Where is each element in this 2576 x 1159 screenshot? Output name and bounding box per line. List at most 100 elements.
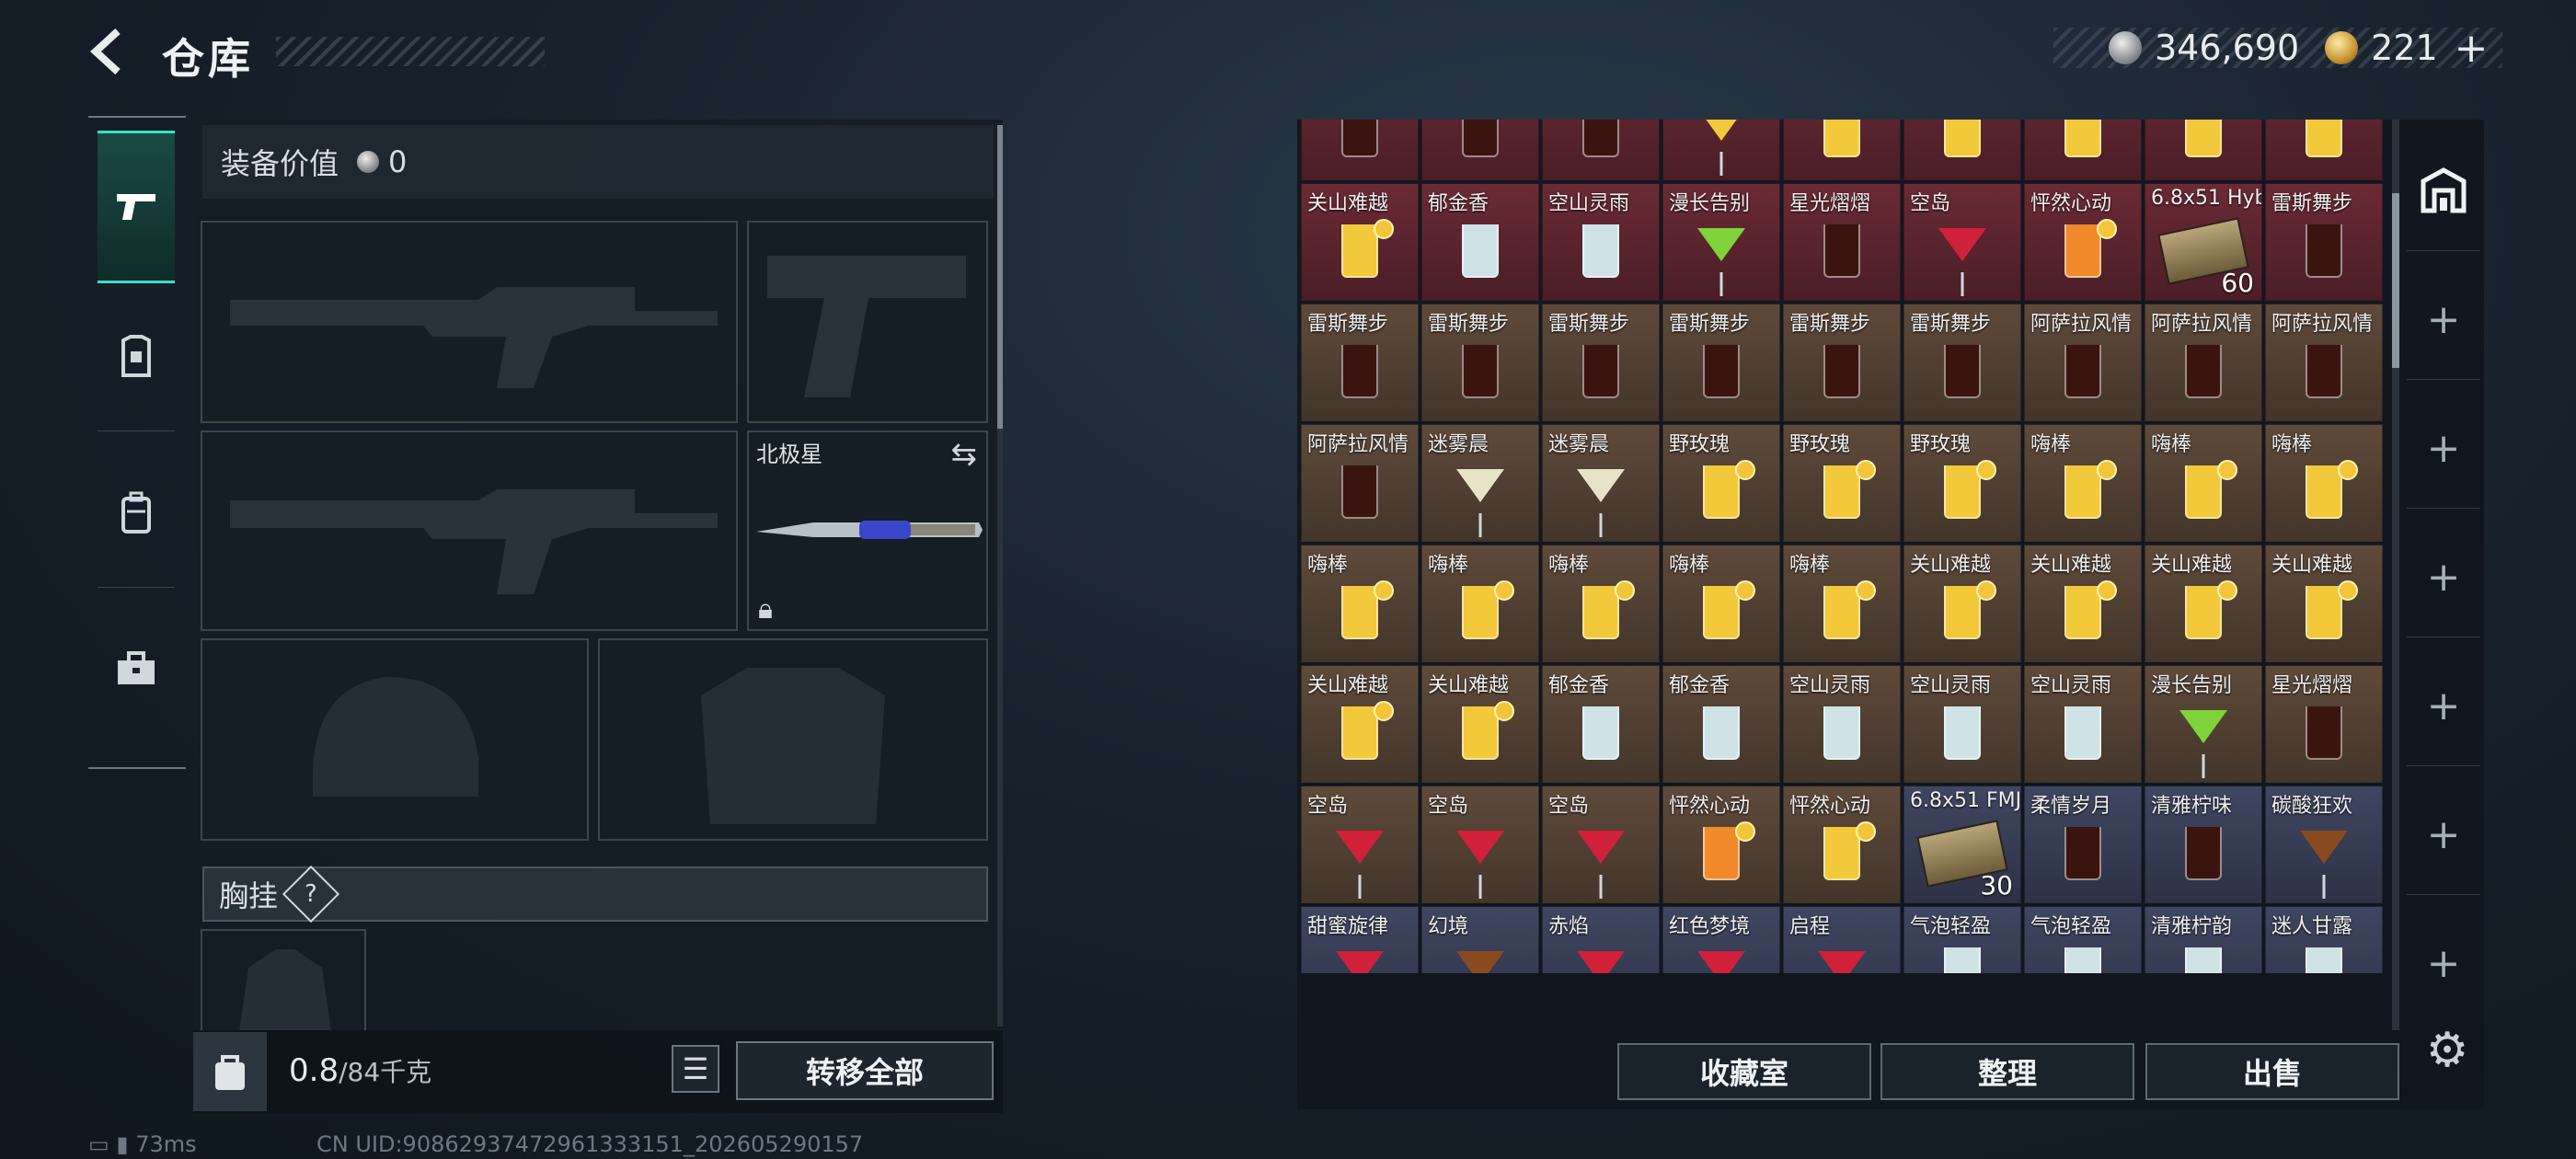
storage-item[interactable]: 阿萨拉风情 (2145, 304, 2262, 421)
bag-button[interactable] (193, 1032, 267, 1111)
storage-item[interactable]: 郁金香 (1421, 183, 1539, 301)
storage-item[interactable]: 空山灵雨 (1542, 183, 1660, 301)
storage-item[interactable]: 郁金香 (1542, 665, 1660, 783)
secondary-weapon-slot[interactable] (747, 221, 988, 423)
storage-item[interactable]: 碳酸狂欢 (2265, 786, 2383, 903)
storage-item[interactable]: 嗨棒 (1301, 545, 1419, 662)
tab-case[interactable] (98, 596, 175, 743)
side-tab-add-6[interactable]: + (2407, 903, 2480, 1023)
primary-weapon-slot[interactable] (201, 221, 738, 423)
storage-item[interactable]: 关山难越 (1903, 545, 2021, 662)
storage-item[interactable]: 启程 (1783, 906, 1901, 973)
storage-item[interactable]: 气泡轻盈 (2024, 906, 2142, 973)
storage-item[interactable]: 野玫瑰 (1662, 424, 1780, 542)
storage-item[interactable]: 星光熠熠 (2265, 665, 2383, 783)
storage-item[interactable]: 空岛 (1301, 786, 1419, 903)
back-button[interactable] (85, 26, 136, 77)
storage-item[interactable]: 迷雾晨 (1542, 424, 1660, 542)
storage-item[interactable]: 嗨棒 (2265, 424, 2383, 542)
storage-item[interactable]: 漫长告别 (2145, 665, 2262, 783)
storage-item[interactable]: 清雅柠韵 (2145, 906, 2262, 973)
storage-item[interactable]: 关山难越 (2265, 545, 2383, 662)
storage-item[interactable]: 野玫瑰 (1783, 424, 1901, 542)
helmet-slot[interactable] (201, 638, 589, 841)
settings-gear-icon[interactable]: ⚙ (2420, 1023, 2475, 1078)
tab-weapons[interactable] (98, 131, 175, 283)
side-tab-add-5[interactable]: + (2407, 775, 2480, 895)
storage-item[interactable]: 阿萨拉风情 (2265, 304, 2383, 421)
chest-rig-slot[interactable] (201, 929, 366, 1030)
storage-item[interactable]: 雷斯舞步 (1783, 304, 1901, 421)
storage-item[interactable]: 怦然心动 (1783, 786, 1901, 903)
storage-item[interactable]: 关山难越 (1301, 665, 1419, 783)
tab-armor[interactable] (98, 283, 175, 431)
storage-item[interactable]: 嗨棒 (1542, 545, 1660, 662)
storage-item[interactable]: 关山难越 (2024, 545, 2142, 662)
list-view-button[interactable]: ☰ (672, 1045, 719, 1093)
storage-item[interactable]: 嗨棒 (2024, 424, 2142, 542)
melee-slot[interactable]: 北极星 ⇆ 🔒︎ (747, 430, 988, 631)
storage-item[interactable]: 雷斯舞步 (1421, 304, 1539, 421)
storage-item[interactable]: 阿萨拉风情 (2024, 304, 2142, 421)
storage-item[interactable]: 雷斯舞步 (1301, 304, 1419, 421)
storage-item[interactable]: 嗨棒 (1662, 545, 1780, 662)
storage-item[interactable]: 郁金香 (1662, 665, 1780, 783)
body-armor-slot[interactable] (598, 638, 988, 841)
storage-item[interactable]: 气泡轻盈 (1903, 906, 2021, 973)
storage-item[interactable]: 红色梦境 (1662, 906, 1780, 973)
storage-item[interactable]: 6.8x51 Hybrid 60 (2145, 183, 2262, 301)
storage-item[interactable] (1542, 120, 1660, 180)
sell-button[interactable]: 出售 (2145, 1043, 2399, 1100)
storage-item[interactable]: 幻境 (1421, 906, 1539, 973)
storage-item[interactable] (2024, 120, 2142, 180)
storage-item[interactable]: 迷雾晨 (1421, 424, 1539, 542)
storage-item[interactable]: 空岛 (1542, 786, 1660, 903)
primary-weapon-slot-2[interactable] (201, 430, 738, 631)
storage-item[interactable]: 空山灵雨 (2024, 665, 2142, 783)
storage-item[interactable]: 关山难越 (1421, 665, 1539, 783)
storage-item[interactable]: 野玫瑰 (1903, 424, 2021, 542)
tab-backpack[interactable] (98, 440, 175, 588)
storage-item[interactable]: 关山难越 (1301, 183, 1419, 301)
storage-item[interactable]: 空岛 (1903, 183, 2021, 301)
storage-item[interactable]: 赤焰 (1542, 906, 1660, 973)
storage-item[interactable]: 嗨棒 (1783, 545, 1901, 662)
side-tab-add-1[interactable]: + (2407, 259, 2480, 380)
storage-item[interactable]: 空山灵雨 (1783, 665, 1901, 783)
side-tab-add-2[interactable]: + (2407, 388, 2480, 509)
storage-item[interactable]: 空岛 (1421, 786, 1539, 903)
side-tab-warehouse[interactable] (2407, 131, 2480, 251)
storage-item[interactable]: 空山灵雨 (1903, 665, 2021, 783)
storage-item[interactable] (1421, 120, 1539, 180)
storage-item[interactable]: 嗨棒 (1421, 545, 1539, 662)
storage-item[interactable] (1662, 120, 1780, 180)
storage-item[interactable]: 雷斯舞步 (1903, 304, 2021, 421)
storage-item[interactable]: 雷斯舞步 (1542, 304, 1660, 421)
side-tab-add-3[interactable]: + (2407, 517, 2480, 637)
storage-item[interactable]: 清雅柠味 (2145, 786, 2262, 903)
side-tab-add-4[interactable]: + (2407, 646, 2480, 766)
storage-item[interactable]: 6.8x51 FMJ 30 (1903, 786, 2021, 903)
storage-item[interactable]: 怦然心动 (2024, 183, 2142, 301)
storage-scrollbar-thumb[interactable] (2392, 193, 2399, 368)
storage-item[interactable]: 柔情岁月 (2024, 786, 2142, 903)
loadout-scrollbar-thumb[interactable] (997, 125, 1003, 429)
storage-item[interactable]: 星光熠熠 (1783, 183, 1901, 301)
storage-item[interactable]: 嗨棒 (2145, 424, 2262, 542)
storage-item[interactable]: 阿萨拉风情 (1301, 424, 1419, 542)
storage-item[interactable]: 迷人甘露 (2265, 906, 2383, 973)
storage-item[interactable] (1783, 120, 1901, 180)
storage-item[interactable] (2265, 120, 2383, 180)
storage-item[interactable]: 甜蜜旋律 (1301, 906, 1419, 973)
add-currency-button[interactable]: + (2455, 25, 2489, 72)
collection-room-button[interactable]: 收藏室 (1617, 1043, 1871, 1100)
storage-item[interactable] (1903, 120, 2021, 180)
storage-item[interactable] (2145, 120, 2262, 180)
transfer-all-button[interactable]: 转移全部 (736, 1041, 994, 1100)
storage-item[interactable]: 怦然心动 (1662, 786, 1780, 903)
sort-button[interactable]: 整理 (1880, 1043, 2134, 1100)
storage-item[interactable] (1301, 120, 1419, 180)
storage-item[interactable]: 漫长告别 (1662, 183, 1780, 301)
storage-item[interactable]: 雷斯舞步 (1662, 304, 1780, 421)
help-icon[interactable]: ? (282, 865, 340, 924)
